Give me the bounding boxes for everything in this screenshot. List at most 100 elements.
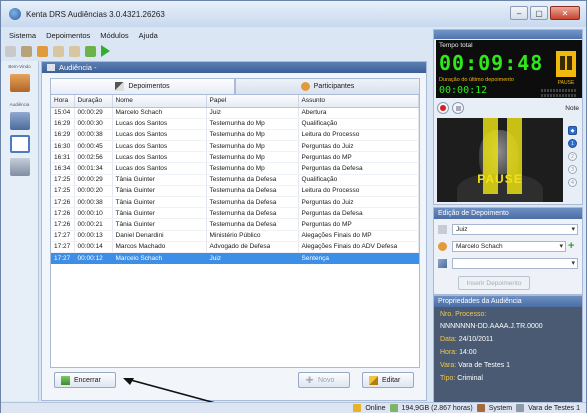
novo-button[interactable]: ✚ Novo bbox=[298, 372, 350, 388]
add-participante-icon[interactable]: + bbox=[568, 240, 574, 252]
table-row[interactable]: 15:04 00:00:29 Marcelo Schach Juiz Abertura bbox=[51, 107, 419, 119]
table-cell: Perguntas do MP bbox=[298, 151, 419, 164]
status-vara: Vara de Testes 1 bbox=[528, 404, 580, 412]
topic-icon bbox=[438, 258, 447, 268]
table-cell: Perguntas da Defesa bbox=[298, 207, 419, 220]
table-row[interactable]: 17:27 00:00:14 Marcos Machado Advogado de D… bbox=[51, 241, 419, 253]
toolbar-tools-icon[interactable] bbox=[21, 45, 32, 57]
toolbar-back-icon[interactable] bbox=[5, 45, 16, 57]
topic-select[interactable] bbox=[452, 257, 578, 269]
table-row[interactable]: 17:27 00:00:13 Daniel Denardini Ministério … bbox=[51, 230, 419, 242]
participant-icon bbox=[300, 82, 310, 91]
stop-button[interactable] bbox=[452, 102, 464, 114]
col-nome[interactable]: Nome bbox=[112, 95, 207, 108]
close-button[interactable]: ✕ bbox=[550, 6, 580, 20]
toolbar-edit-icon[interactable] bbox=[85, 45, 96, 57]
menu-ajuda[interactable]: Ajuda bbox=[139, 31, 158, 40]
participante-select[interactable]: Marcelo Schach bbox=[452, 240, 566, 252]
menu-depoimentos[interactable]: Depoimentos bbox=[46, 31, 90, 40]
tab-participantes[interactable]: Participantes bbox=[235, 78, 420, 94]
table-cell: Juiz bbox=[206, 107, 299, 119]
pause-indicator-label: PAUSE bbox=[557, 80, 575, 86]
col-assunto[interactable]: Assunto bbox=[298, 95, 419, 108]
assunto-select[interactable]: Juiz bbox=[452, 223, 578, 235]
table-cell: Perguntas do Juiz bbox=[298, 140, 419, 153]
camera-settings-icon[interactable]: ◆ bbox=[568, 126, 577, 135]
home-icon[interactable] bbox=[9, 74, 30, 92]
main-header-title: Audiência - bbox=[59, 63, 97, 72]
notes-icon[interactable] bbox=[9, 158, 30, 176]
toolbar-user-remove-icon[interactable] bbox=[69, 45, 80, 57]
table-cell: Perguntas da Defesa bbox=[298, 162, 419, 175]
toolbar-play-icon[interactable] bbox=[101, 45, 110, 57]
toolbar-user-add-icon[interactable] bbox=[53, 45, 64, 57]
annotation-arrow bbox=[123, 378, 220, 405]
table-cell: 00:02:56 bbox=[74, 151, 113, 164]
pause-indicator-icon bbox=[556, 51, 576, 77]
table-cell: 00:00:38 bbox=[74, 129, 113, 142]
table-cell: 00:00:13 bbox=[74, 230, 113, 242]
table-cell: Tânia Guinter bbox=[112, 218, 207, 231]
action-bar: Encerrar ✚ Novo Editar bbox=[50, 372, 420, 392]
status-online: Online bbox=[365, 404, 386, 412]
table-row[interactable]: 17:27 00:00:12 Marcelo Schach Juiz Sentença bbox=[51, 252, 419, 265]
table-row[interactable]: 17:25 00:00:20 Tânia Guinter Testemunha da … bbox=[51, 185, 419, 198]
table-row[interactable]: 16:29 00:00:38 Lucas dos Santos Testemunha … bbox=[51, 129, 419, 142]
tab-depoimentos[interactable]: Depoimentos bbox=[50, 78, 235, 94]
table-cell: Daniel Denardini bbox=[112, 230, 207, 242]
menu-sistema[interactable]: Sistema bbox=[9, 31, 36, 40]
table-header-row: Hora Duração Nome Papel Assunto bbox=[51, 95, 419, 108]
online-icon bbox=[353, 404, 362, 412]
table-row[interactable]: 16:34 00:01:34 Lucas dos Santos Testemunha … bbox=[51, 162, 419, 175]
table-row[interactable]: 17:26 00:00:10 Tânia Guinter Testemunha da … bbox=[51, 207, 419, 220]
camera-2-button[interactable]: 2 bbox=[568, 152, 577, 161]
editar-button[interactable]: Editar bbox=[362, 372, 414, 388]
audio-meter-1 bbox=[541, 89, 577, 92]
col-papel[interactable]: Papel bbox=[206, 95, 299, 108]
left-nav: Bem-Vindo Audiência bbox=[1, 61, 39, 401]
table-row[interactable]: 16:30 00:00:45 Lucas dos Santos Testemunha … bbox=[51, 140, 419, 153]
audiencia-icon[interactable] bbox=[9, 112, 30, 130]
depoimentos-table: Hora Duração Nome Papel Assunto 15:04 00:… bbox=[50, 94, 420, 368]
table-cell: Marcos Machado bbox=[112, 241, 207, 253]
processo-label: Nro. Processo: bbox=[440, 311, 487, 318]
minimize-button[interactable]: ‒ bbox=[510, 6, 528, 20]
audiencia-header-icon bbox=[47, 64, 55, 71]
table-cell: Qualificação bbox=[298, 174, 419, 186]
table-row[interactable]: 17:26 00:00:38 Tânia Guinter Testemunha da … bbox=[51, 196, 419, 209]
table-cell: Juiz bbox=[206, 252, 299, 265]
inserir-depoimento-button[interactable]: Inserir Depoimento bbox=[458, 276, 530, 290]
col-hora[interactable]: Hora bbox=[51, 95, 75, 108]
storage-icon bbox=[389, 404, 398, 412]
table-row[interactable]: 16:29 00:00:30 Lucas dos Santos Testemunha … bbox=[51, 118, 419, 130]
table-cell: Lucas dos Santos bbox=[112, 118, 207, 130]
table-cell: Testemunha da Defesa bbox=[206, 207, 299, 220]
edicao-header: Edição de Depoimento bbox=[434, 208, 582, 219]
tempo-total-label: Tempo total bbox=[439, 42, 473, 49]
table-cell: Perguntas do Juiz bbox=[298, 196, 419, 209]
table-row[interactable]: 16:31 00:02:56 Lucas dos Santos Testemunha … bbox=[51, 151, 419, 164]
table-cell: Tânia Guinter bbox=[112, 174, 207, 186]
camera-1-button[interactable]: 1 bbox=[568, 139, 577, 148]
record-button[interactable] bbox=[437, 102, 449, 114]
assunto-row: Juiz bbox=[438, 223, 578, 235]
encerrar-button[interactable]: Encerrar bbox=[54, 372, 116, 388]
col-duracao[interactable]: Duração bbox=[74, 95, 113, 108]
table-cell: 00:00:29 bbox=[74, 107, 113, 119]
ultimo-value: 00:00:12 bbox=[439, 85, 488, 96]
document-icon[interactable] bbox=[9, 135, 30, 153]
menu-modulos[interactable]: Módulos bbox=[100, 31, 128, 40]
camera-3-button[interactable]: 3 bbox=[568, 165, 577, 174]
table-cell: Alegações Finais do ADV Defesa bbox=[298, 241, 419, 253]
maximize-button[interactable]: ▢ bbox=[530, 6, 548, 20]
table-row[interactable]: 17:25 00:00:29 Tânia Guinter Testemunha da … bbox=[51, 174, 419, 186]
table-row[interactable]: 17:26 00:00:21 Tânia Guinter Testemunha da … bbox=[51, 218, 419, 231]
note-label: Note bbox=[565, 104, 579, 112]
toolbar-user-icon[interactable] bbox=[37, 45, 48, 57]
microphone-icon bbox=[115, 82, 125, 91]
processo-value: NNNNNNN-DD.AAAA.J.TR.0000 bbox=[440, 323, 543, 330]
table-cell: 16:29 bbox=[51, 129, 75, 142]
recorder-panel: Tempo total 00:09:48 Duração do último d… bbox=[433, 29, 583, 205]
camera-4-button[interactable]: 4 bbox=[568, 178, 577, 187]
nav-label-bemvindo: Bem-Vindo bbox=[8, 64, 31, 69]
